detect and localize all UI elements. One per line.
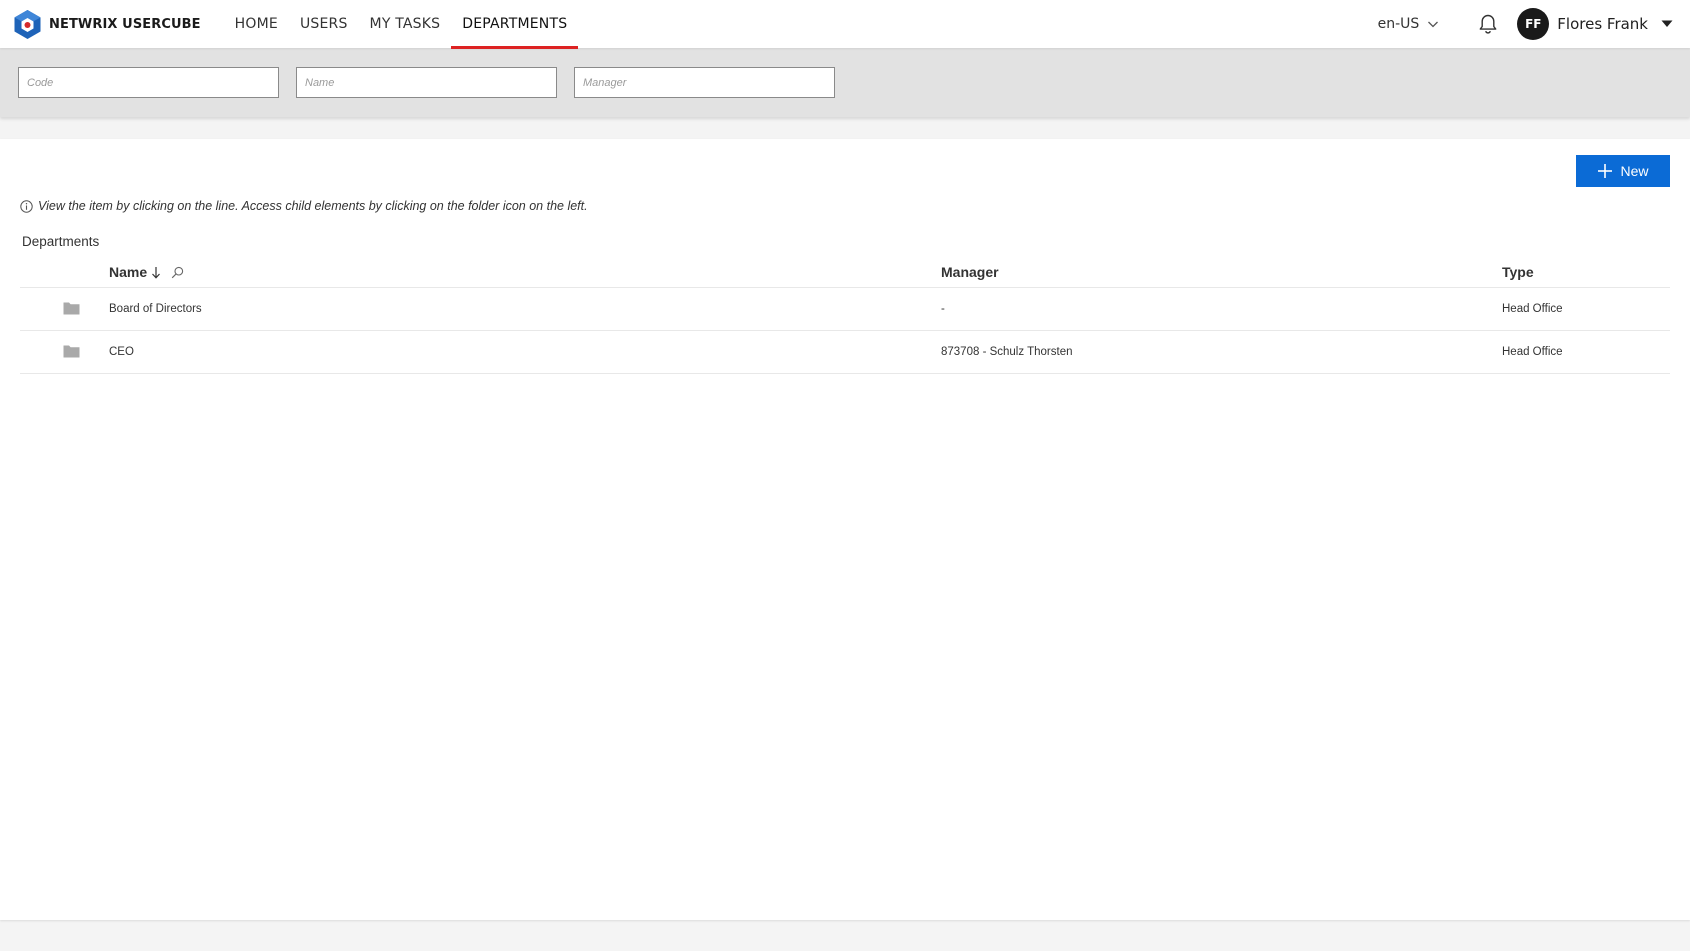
chevron-down-icon	[1428, 21, 1439, 28]
folder-icon[interactable]	[63, 344, 80, 358]
top-bar: NETWRIX USERCUBE HOME USERS MY TASKS DEP…	[0, 0, 1690, 49]
header-tools: en-US FF Flores Frank	[1378, 0, 1690, 48]
folder-icon[interactable]	[63, 301, 80, 315]
cell-type: Head Office	[1502, 346, 1563, 358]
cell-name: CEO	[109, 346, 134, 358]
info-icon	[20, 199, 33, 213]
column-header-type[interactable]: Type	[1502, 264, 1534, 280]
main-nav: HOME USERS MY TASKS DEPARTMENTS	[224, 0, 579, 49]
main-panel: New View the item by clicking on the lin…	[0, 139, 1690, 920]
name-filter-input[interactable]	[296, 67, 557, 98]
user-name[interactable]: Flores Frank	[1557, 15, 1648, 33]
sort-down-arrow-icon[interactable]	[151, 266, 161, 279]
column-name-label: Name	[109, 264, 148, 280]
cell-manager: 873708 - Schulz Thorsten	[941, 346, 1073, 358]
caret-down-icon[interactable]	[1661, 20, 1673, 28]
new-button[interactable]: New	[1576, 155, 1670, 187]
section-title: Departments	[22, 234, 100, 249]
filter-bar	[0, 48, 1690, 117]
column-header-name[interactable]: Name	[109, 264, 184, 280]
nav-home[interactable]: HOME	[224, 0, 289, 48]
cell-type: Head Office	[1502, 303, 1563, 315]
table-row[interactable]: Board of Directors - Head Office	[20, 288, 1670, 331]
new-button-label: New	[1620, 163, 1649, 179]
code-filter-input[interactable]	[18, 67, 279, 98]
table-header: Name Manager Type	[20, 256, 1670, 288]
hint-label: View the item by clicking on the line. A…	[38, 199, 588, 213]
departments-table: Name Manager Type Board of Directors - H…	[20, 256, 1670, 374]
search-icon[interactable]	[171, 266, 184, 279]
cell-manager: -	[941, 303, 945, 315]
column-header-manager[interactable]: Manager	[941, 264, 999, 280]
hint-text: View the item by clicking on the line. A…	[20, 199, 588, 213]
bell-icon[interactable]	[1477, 13, 1499, 35]
cell-name: Board of Directors	[109, 303, 202, 315]
nav-my-tasks[interactable]: MY TASKS	[359, 0, 452, 48]
usercube-logo-icon	[14, 9, 41, 39]
table-row[interactable]: CEO 873708 - Schulz Thorsten Head Office	[20, 331, 1670, 374]
avatar[interactable]: FF	[1517, 8, 1550, 40]
brand-name: NETWRIX USERCUBE	[49, 16, 201, 32]
plus-icon	[1598, 164, 1613, 178]
manager-filter-input[interactable]	[574, 67, 835, 98]
language-select[interactable]: en-US	[1378, 16, 1440, 32]
logo[interactable]: NETWRIX USERCUBE	[13, 9, 224, 40]
nav-users[interactable]: USERS	[289, 0, 359, 48]
language-label: en-US	[1377, 16, 1420, 32]
nav-departments[interactable]: DEPARTMENTS	[451, 0, 579, 49]
